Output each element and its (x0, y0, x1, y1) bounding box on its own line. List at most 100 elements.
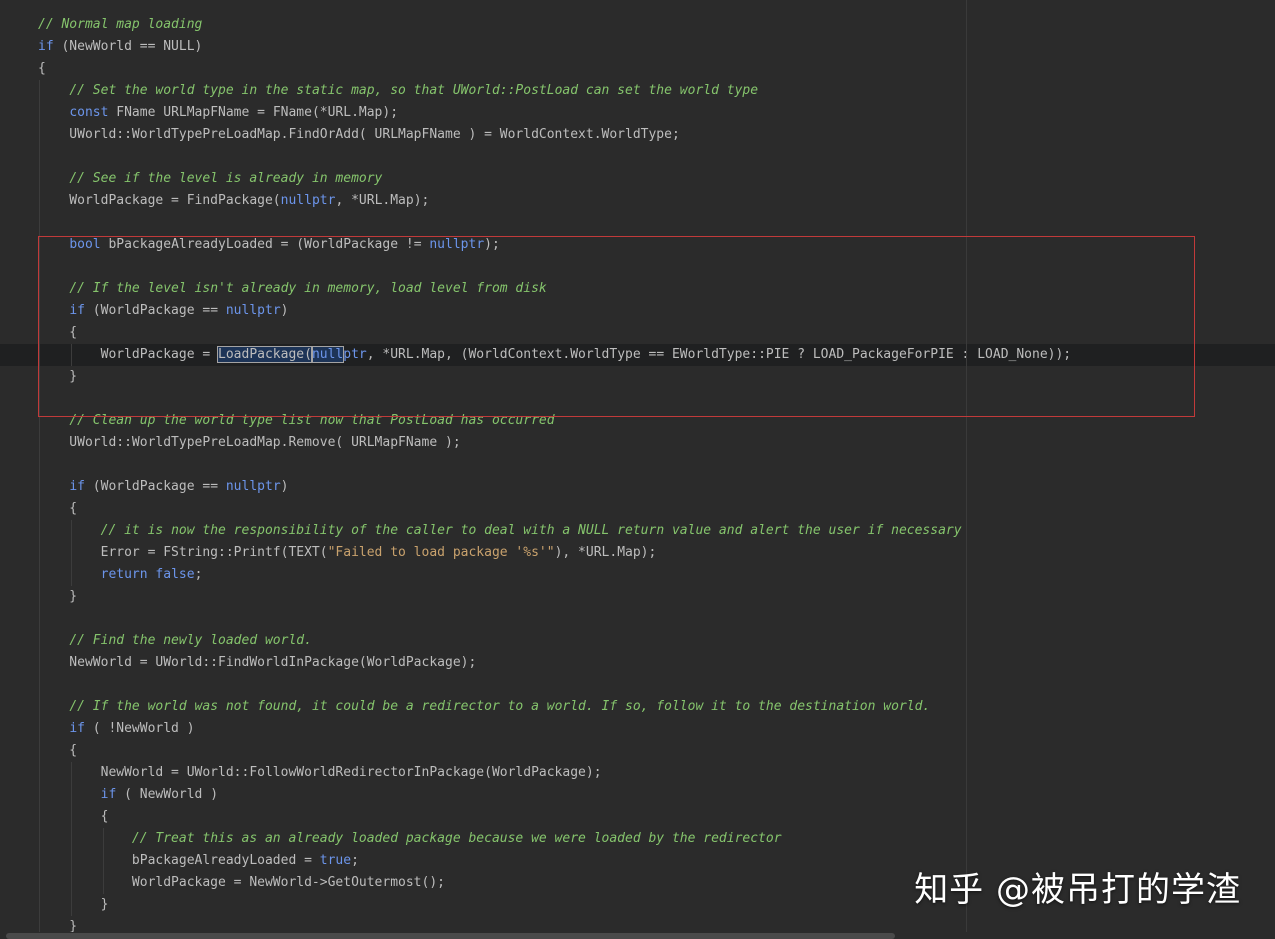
code-token: { (38, 743, 78, 758)
code-line[interactable]: if (NewWorld == NULL) (0, 36, 1275, 58)
code-line[interactable]: { (0, 322, 1275, 344)
code-token: nullptr (429, 237, 485, 252)
code-editor[interactable]: // Normal map loading if (NewWorld == NUL… (0, 0, 1275, 939)
code-token: if (69, 303, 85, 318)
code-token: // Set the world type in the static map,… (69, 83, 759, 98)
code-line[interactable] (0, 608, 1275, 630)
code-token: // If the world was not found, it could … (69, 699, 931, 714)
indent-guide (39, 80, 40, 938)
code-token: ), *URL.Map); (554, 545, 657, 560)
code-line-text: if (WorldPackage == nullptr) (38, 300, 288, 322)
code-token: { (38, 325, 78, 340)
code-line[interactable]: // See if the level is already in memory (0, 168, 1275, 190)
code-line-text: WorldPackage = NewWorld->GetOutermost(); (38, 872, 445, 894)
code-line[interactable]: WorldPackage = LoadPackage(nullptr, *URL… (0, 344, 1275, 366)
code-token: bPackageAlreadyLoaded = (38, 853, 320, 868)
code-line[interactable]: // If the level isn't already in memory,… (0, 278, 1275, 300)
code-line[interactable] (0, 388, 1275, 410)
indent-guide (71, 520, 72, 586)
code-line[interactable]: { (0, 806, 1275, 828)
code-line[interactable]: NewWorld = UWorld::FollowWorldRedirector… (0, 762, 1275, 784)
code-line[interactable]: WorldPackage = FindPackage(nullptr, *URL… (0, 190, 1275, 212)
code-line[interactable]: if ( NewWorld ) (0, 784, 1275, 806)
code-token: Error = FString::Printf(TEXT( (38, 545, 328, 560)
code-line-text: // Find the newly loaded world. (38, 630, 312, 652)
code-line[interactable]: UWorld::WorldTypePreLoadMap.FindOrAdd( U… (0, 124, 1275, 146)
code-line[interactable]: UWorld::WorldTypePreLoadMap.Remove( URLM… (0, 432, 1275, 454)
code-token: // Clean up the world type list now that… (69, 413, 555, 428)
code-token: if (100, 787, 117, 802)
code-token: FName URLMapFName = FName(*URL.Map); (108, 105, 399, 120)
code-token: } (38, 369, 78, 384)
horizontal-scrollbar-thumb[interactable] (6, 933, 895, 939)
code-token: WorldPackage = NewWorld->GetOutermost(); (38, 875, 445, 890)
code-token: nullptr (225, 303, 281, 318)
code-token: ); (484, 237, 500, 252)
code-token: (WorldPackage == (84, 479, 226, 494)
code-line[interactable]: { (0, 740, 1275, 762)
code-line[interactable]: if ( !NewWorld ) (0, 718, 1275, 740)
code-line[interactable]: // If the world was not found, it could … (0, 696, 1275, 718)
code-line-text: } (38, 366, 77, 388)
code-line-text: UWorld::WorldTypePreLoadMap.Remove( URLM… (38, 432, 461, 454)
code-line-text: } (38, 586, 77, 608)
code-line[interactable]: } (0, 586, 1275, 608)
code-token: NewWorld = UWorld::FollowWorldRedirector… (38, 765, 602, 780)
code-line[interactable]: // Treat this as an already loaded packa… (0, 828, 1275, 850)
code-line-text: { (38, 322, 77, 344)
code-token: ( NewWorld ) (116, 787, 219, 802)
code-token: { (38, 501, 78, 516)
code-line[interactable]: // Find the newly loaded world. (0, 630, 1275, 652)
code-line-text: // Normal map loading (38, 14, 202, 36)
code-token: ) (280, 479, 289, 494)
code-line[interactable] (0, 146, 1275, 168)
code-line[interactable]: return false; (0, 564, 1275, 586)
code-token: nullptr (280, 193, 336, 208)
code-line-text: UWorld::WorldTypePreLoadMap.FindOrAdd( U… (38, 124, 680, 146)
code-line[interactable]: // Normal map loading (0, 14, 1275, 36)
code-line-text: Error = FString::Printf(TEXT("Failed to … (38, 542, 657, 564)
code-line[interactable] (0, 256, 1275, 278)
code-token: if (38, 39, 54, 54)
code-line-text: bool bPackageAlreadyLoaded = (WorldPacka… (38, 234, 500, 256)
code-token: // it is now the responsibility of the c… (100, 523, 962, 538)
code-line-text: WorldPackage = LoadPackage(nullptr, *URL… (38, 344, 1071, 366)
code-token: if (69, 721, 85, 736)
code-line[interactable]: { (0, 58, 1275, 80)
code-token: UWorld::WorldTypePreLoadMap.Remove( URLM… (38, 435, 461, 450)
code-token: null (310, 346, 345, 363)
code-line[interactable]: bool bPackageAlreadyLoaded = (WorldPacka… (0, 234, 1275, 256)
code-token: ptr (343, 347, 367, 362)
code-line[interactable] (0, 674, 1275, 696)
code-line[interactable]: // Set the world type in the static map,… (0, 80, 1275, 102)
code-line[interactable] (0, 454, 1275, 476)
code-token: (WorldPackage == (84, 303, 226, 318)
code-token: } (38, 589, 78, 604)
indent-guide (103, 828, 104, 894)
code-line[interactable] (0, 212, 1275, 234)
indent-guide (71, 344, 72, 366)
code-line[interactable]: NewWorld = UWorld::FindWorldInPackage(Wo… (0, 652, 1275, 674)
code-token: (NewWorld == NULL) (53, 39, 203, 54)
code-line[interactable]: const FName URLMapFName = FName(*URL.Map… (0, 102, 1275, 124)
code-token: return (100, 567, 148, 582)
code-line[interactable]: // it is now the responsibility of the c… (0, 520, 1275, 542)
code-line[interactable]: if (WorldPackage == nullptr) (0, 300, 1275, 322)
code-line[interactable]: Error = FString::Printf(TEXT("Failed to … (0, 542, 1275, 564)
code-line-text: const FName URLMapFName = FName(*URL.Map… (38, 102, 398, 124)
code-line[interactable]: // Clean up the world type list now that… (0, 410, 1275, 432)
code-line[interactable]: { (0, 498, 1275, 520)
code-line[interactable]: } (0, 366, 1275, 388)
code-line[interactable]: if (WorldPackage == nullptr) (0, 476, 1275, 498)
